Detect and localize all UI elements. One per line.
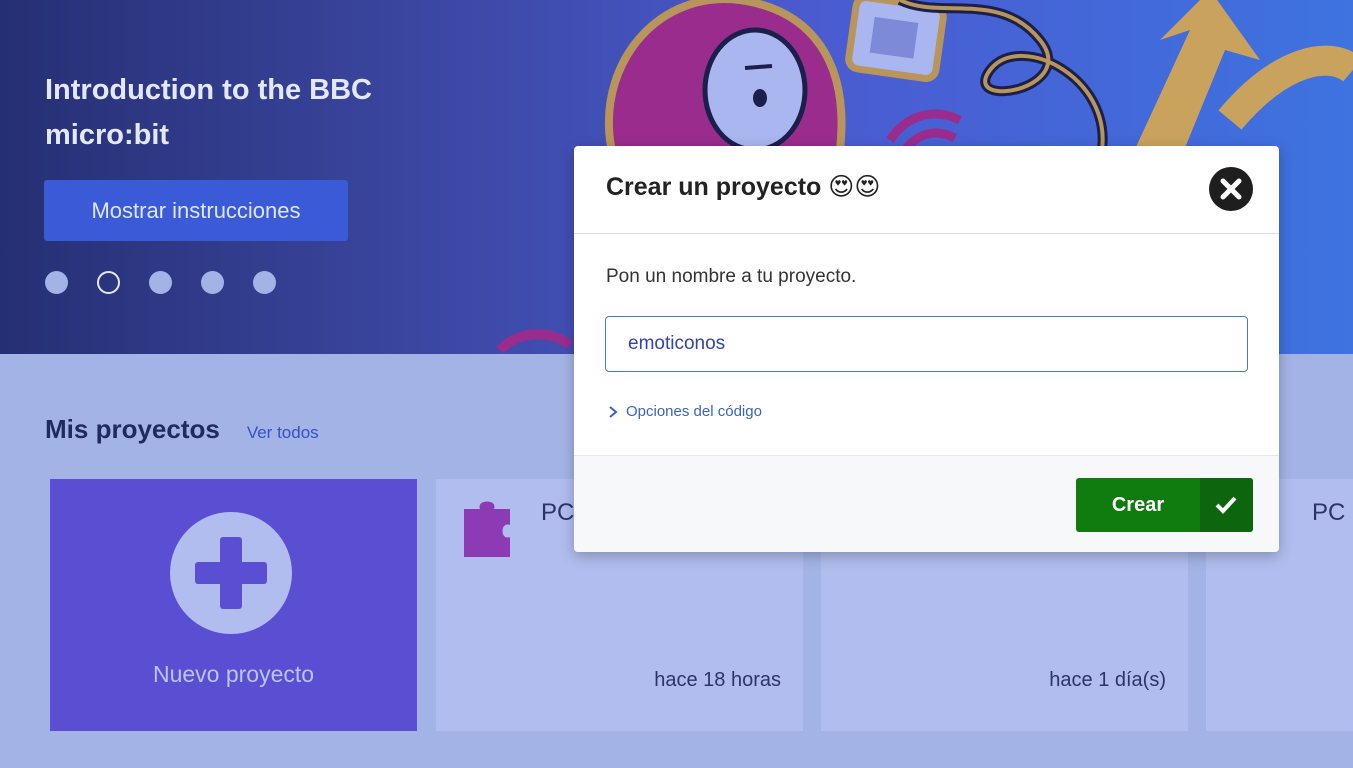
view-all-link[interactable]: Ver todos — [247, 423, 319, 443]
carousel-dot[interactable] — [201, 271, 224, 294]
project-time: hace 18 horas — [654, 669, 781, 691]
project-name-input[interactable] — [605, 316, 1248, 372]
project-name: PC — [1312, 499, 1346, 526]
carousel-dot-active[interactable] — [97, 271, 120, 294]
code-options-toggle[interactable]: Opciones del código — [608, 403, 762, 420]
dialog-title: Crear un proyecto 😍😍 — [606, 173, 881, 201]
name-prompt: Pon un nombre a tu proyecto. — [606, 266, 857, 287]
dialog-header: Crear un proyecto 😍😍 — [574, 146, 1279, 234]
carousel-dot[interactable] — [45, 271, 68, 294]
project-time: hace 1 día(s) — [1049, 669, 1166, 691]
create-project-dialog: Crear un proyecto 😍😍 Pon un nombre a tu … — [574, 146, 1279, 552]
dialog-footer: Crear — [574, 455, 1279, 552]
show-instructions-button[interactable]: Mostrar instrucciones — [44, 180, 348, 241]
checkmark-icon — [1200, 478, 1253, 532]
carousel-dots — [45, 271, 276, 294]
new-project-card[interactable]: Nuevo proyecto — [50, 479, 417, 731]
dialog-body: Pon un nombre a tu proyecto. Opciones de… — [574, 235, 1279, 455]
new-project-label: Nuevo proyecto — [152, 661, 315, 687]
close-button[interactable] — [1209, 167, 1253, 211]
project-name: PC — [541, 499, 575, 526]
projects-heading: Mis proyectos — [45, 414, 220, 444]
code-options-label: Opciones del código — [626, 403, 762, 420]
plus-icon — [170, 512, 292, 634]
create-button[interactable]: Crear — [1076, 478, 1253, 532]
create-button-label: Crear — [1111, 494, 1165, 516]
chevron-right-icon — [609, 405, 618, 418]
carousel-dot[interactable] — [149, 271, 172, 294]
projects-header: Mis proyectos Ver todos — [45, 414, 319, 445]
carousel-dot[interactable] — [253, 271, 276, 294]
hero-title: Introduction to the BBC micro:bit — [45, 74, 373, 151]
puzzle-icon — [464, 501, 510, 557]
close-icon — [1220, 178, 1242, 200]
